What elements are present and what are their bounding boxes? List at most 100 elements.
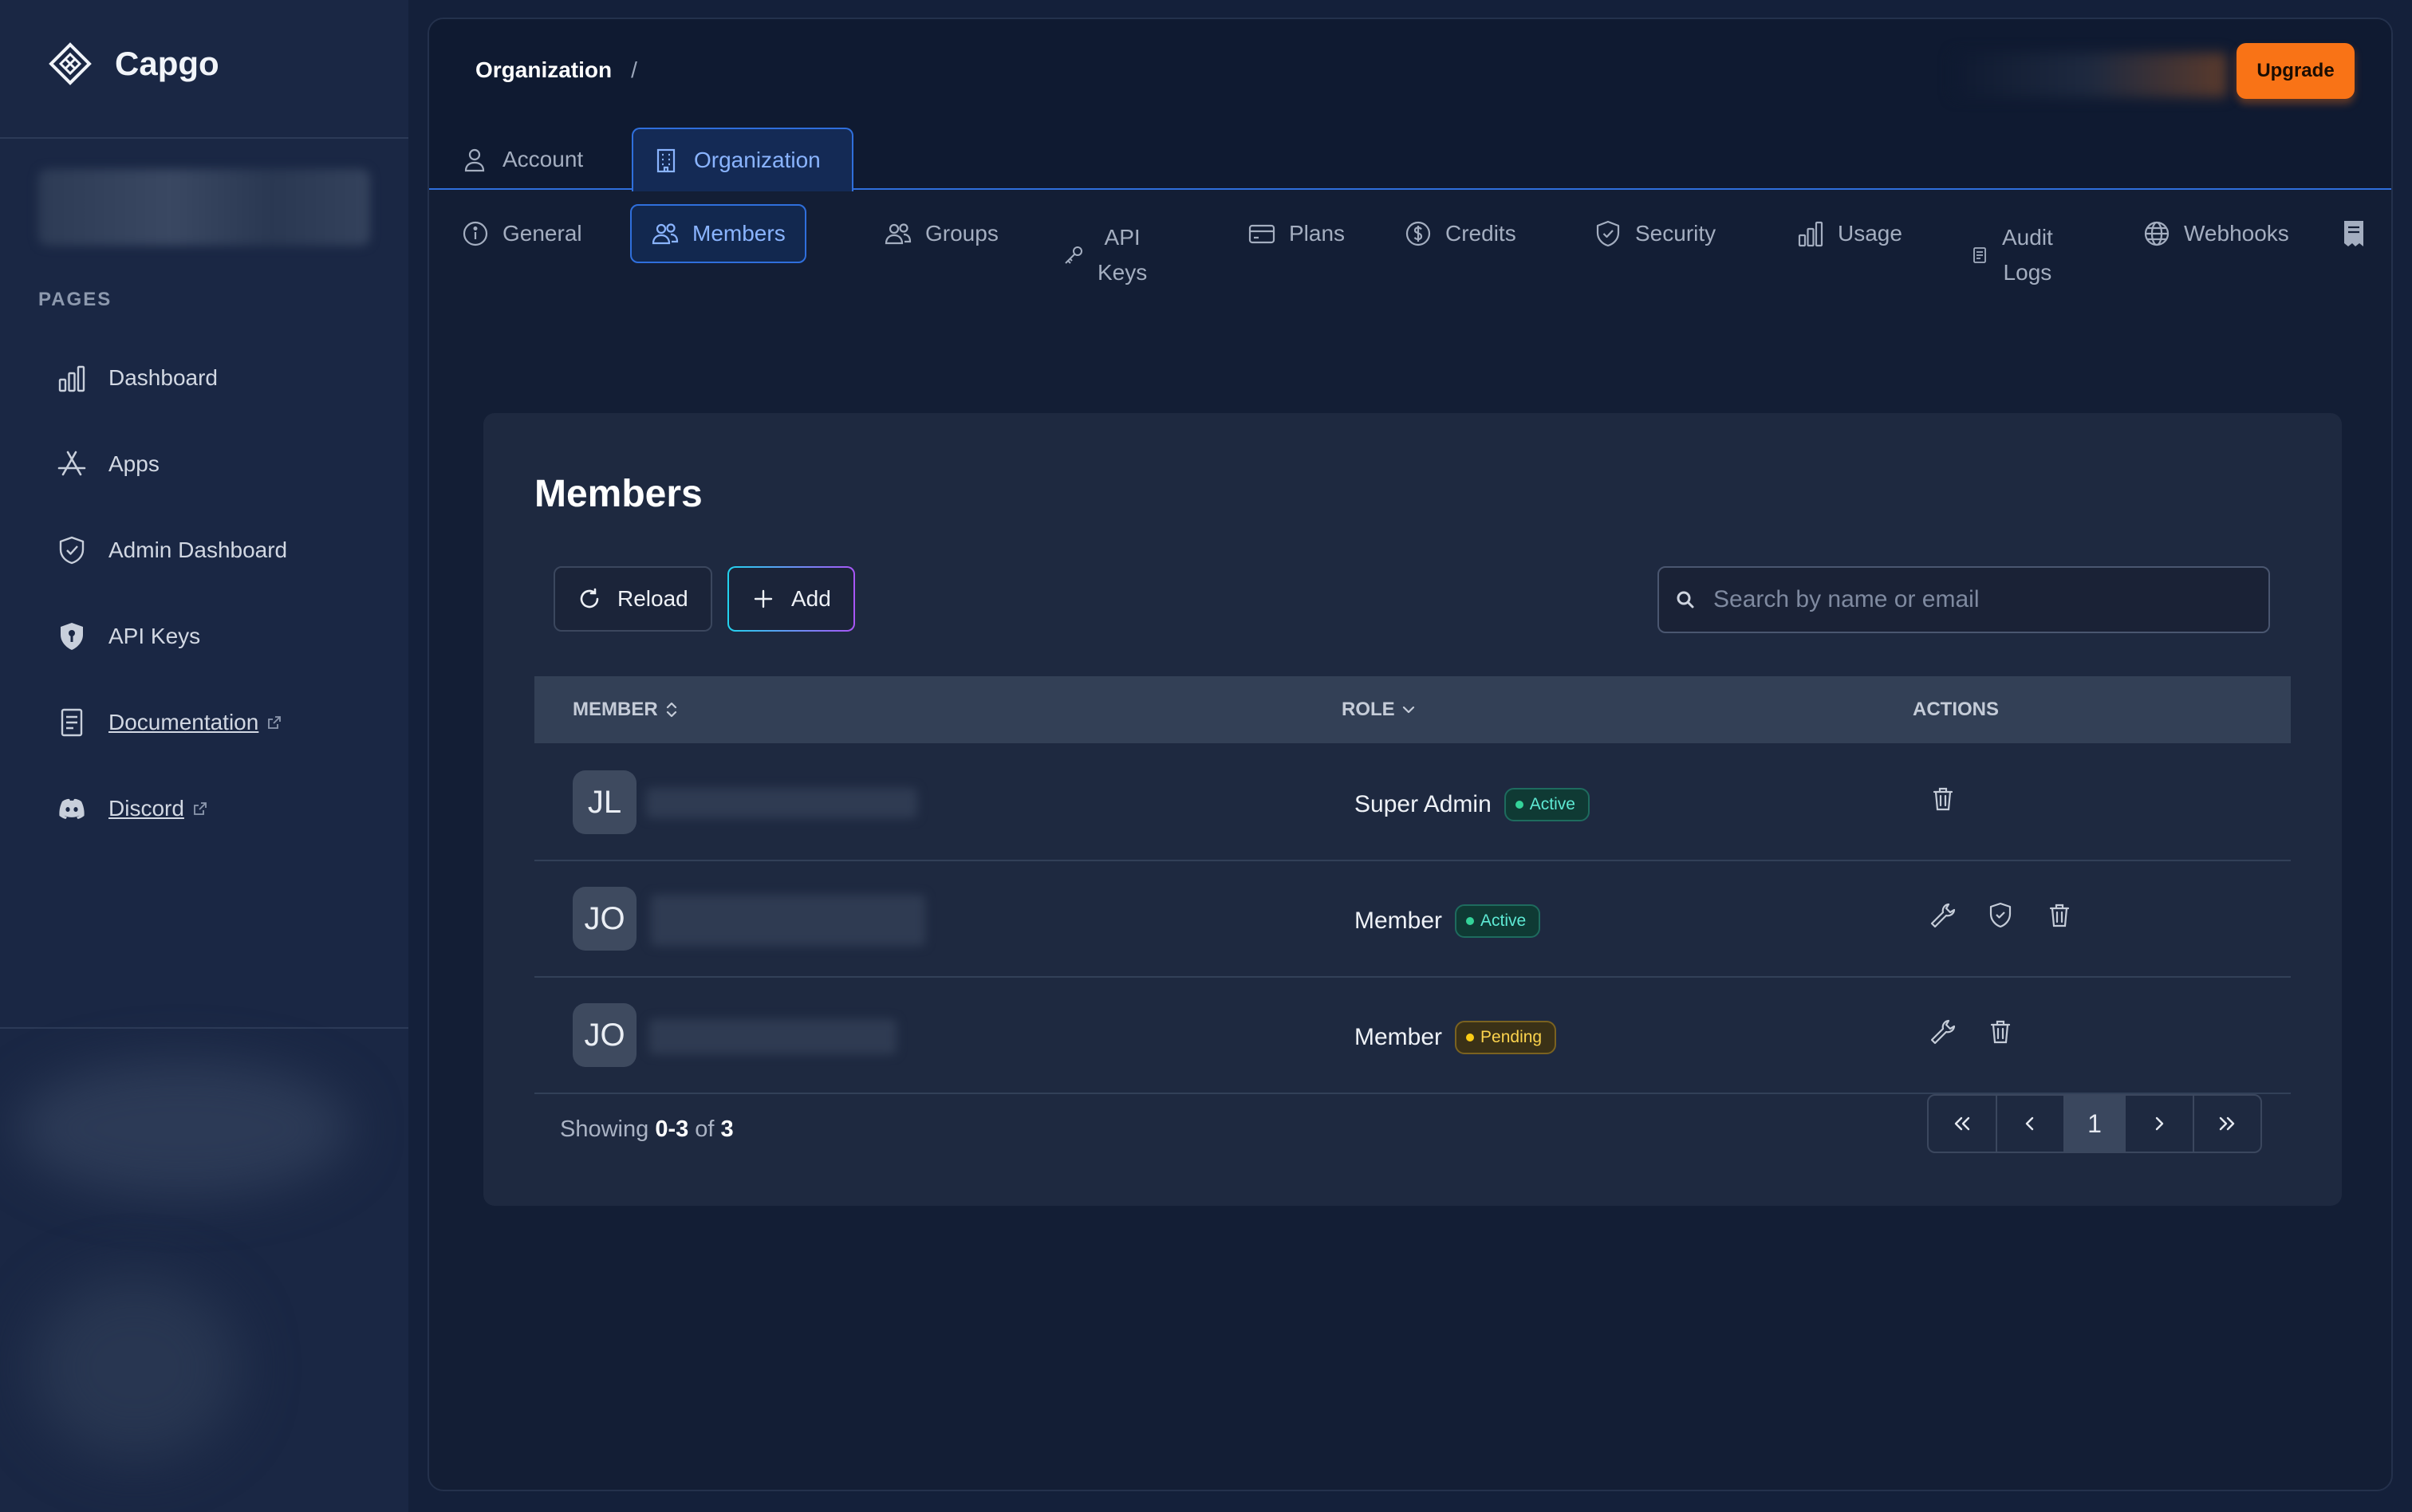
status-badge: Active <box>1455 904 1541 938</box>
breadcrumb-organization[interactable]: Organization <box>475 57 612 83</box>
sidebar-item-discord[interactable]: Discord <box>56 793 208 825</box>
user-icon <box>464 148 485 172</box>
avatar: JO <box>573 1003 636 1067</box>
tab-account[interactable]: Account <box>442 128 602 191</box>
status-dot <box>1466 917 1475 925</box>
plus-icon <box>754 589 773 608</box>
tab-label: Organization <box>694 148 821 172</box>
subtab-plans[interactable]: Plans <box>1228 204 1364 263</box>
subtab-label: Webhooks <box>2184 221 2289 246</box>
bar-chart-icon <box>1798 221 1823 247</box>
sidebar: Capgo PAGES Dashboard Apps Admin Dashboa… <box>0 0 408 1512</box>
dollar-icon <box>1405 221 1431 246</box>
role-label: Member <box>1354 1024 1443 1050</box>
subtab-label: Credits <box>1445 221 1516 246</box>
globe-icon <box>2144 221 2170 246</box>
sidebar-item-label: Apps <box>108 451 160 476</box>
sidebar-item-label: API Keys <box>108 624 201 648</box>
chevrons-left-icon <box>1954 1116 1969 1131</box>
user-profile-blurred <box>16 1061 351 1196</box>
current-page-button[interactable]: 1 <box>2065 1096 2126 1152</box>
users-icon <box>885 223 912 245</box>
avatar: JL <box>573 770 636 834</box>
member-name-blurred <box>649 1019 897 1054</box>
sidebar-item-documentation[interactable]: Documentation <box>56 707 282 738</box>
tab-label: Account <box>503 147 584 171</box>
subtab-security[interactable]: Security <box>1574 204 1735 263</box>
subtab-usage[interactable]: Usage <box>1777 204 1921 263</box>
sidebar-item-label: Admin Dashboard <box>108 537 288 562</box>
delete-icon[interactable] <box>1927 783 1959 815</box>
chevron-right-icon <box>2155 1116 2163 1131</box>
first-page-button[interactable] <box>1929 1096 1997 1152</box>
table-row: JO Member Pending <box>534 978 2291 1094</box>
discord-icon <box>59 798 85 819</box>
sidebar-item-label: Documentation <box>108 710 259 734</box>
subtab-general[interactable]: General <box>442 204 601 263</box>
subtab-label: General <box>503 221 582 246</box>
main-panel: Organization / Upgrade Account Organizat… <box>428 18 2393 1491</box>
subtab-overflow[interactable] <box>2342 204 2366 263</box>
member-name-blurred <box>651 895 925 946</box>
key-icon <box>1065 246 1082 264</box>
sidebar-item-admin-dashboard[interactable]: Admin Dashboard <box>56 534 287 566</box>
reload-button[interactable]: Reload <box>554 566 712 632</box>
document-icon <box>61 708 83 737</box>
add-label: Add <box>791 586 831 611</box>
table-row: JO Member Active <box>534 861 2291 978</box>
refresh-icon <box>580 588 599 608</box>
sidebar-item-dashboard[interactable]: Dashboard <box>56 362 218 394</box>
wrench-icon[interactable] <box>1927 900 1959 931</box>
chevron-left-icon <box>2026 1116 2034 1131</box>
subtab-groups[interactable]: Groups <box>865 204 1018 263</box>
search-field[interactable] <box>1657 566 2270 633</box>
subtab-api-keys[interactable]: API Keys <box>1043 215 1166 295</box>
app-name: Capgo <box>115 45 219 82</box>
capgo-logo-icon <box>49 42 92 85</box>
avatar: JO <box>573 887 636 951</box>
subtab-credits[interactable]: Credits <box>1385 204 1535 263</box>
role-label: Member <box>1354 908 1443 934</box>
chevrons-right-icon <box>2220 1116 2235 1131</box>
header-blurred-info <box>1953 53 2227 97</box>
delete-icon[interactable] <box>2044 900 2075 931</box>
next-page-button[interactable] <box>2126 1096 2194 1152</box>
pagination: 1 <box>1927 1094 2262 1153</box>
last-page-button[interactable] <box>2194 1096 2261 1152</box>
brand[interactable]: Capgo <box>48 41 219 86</box>
org-selector[interactable] <box>38 169 370 246</box>
shield-icon <box>1596 220 1620 247</box>
member-name-blurred <box>646 788 917 818</box>
search-input[interactable] <box>1713 586 2240 613</box>
main-header: Organization / Upgrade Account Organizat… <box>429 19 2391 191</box>
subtab-label: Security <box>1635 221 1716 246</box>
subtab-label: Groups <box>925 221 999 246</box>
sidebar-item-api-keys[interactable]: API Keys <box>56 620 200 652</box>
subtab-audit-logs[interactable]: Audit Logs <box>1951 215 2072 295</box>
subtab-members[interactable]: Members <box>630 204 806 263</box>
column-header-member[interactable]: MEMBER <box>573 699 680 721</box>
column-header-actions: ACTIONS <box>1913 699 1999 720</box>
role-cell: Member Active <box>1354 904 1541 938</box>
tab-organization[interactable]: Organization <box>632 128 853 191</box>
subtab-label: Usage <box>1838 221 1902 246</box>
add-member-button[interactable]: Add <box>727 566 855 632</box>
receipt-icon <box>2344 221 2363 246</box>
shield-key-icon <box>61 623 83 650</box>
shield-check-icon <box>59 536 85 565</box>
app-store-icon <box>57 451 86 476</box>
shield-check-icon[interactable] <box>1984 900 2016 931</box>
subtab-label: API Keys <box>1098 225 1148 285</box>
breadcrumb-separator: / <box>631 57 637 82</box>
subtab-webhooks[interactable]: Webhooks <box>2123 204 2308 263</box>
wrench-icon[interactable] <box>1927 1016 1959 1048</box>
column-header-role[interactable]: ROLE <box>1342 699 1417 721</box>
credit-card-icon <box>1248 224 1275 244</box>
delete-icon[interactable] <box>1984 1016 2016 1048</box>
subtab-label: Members <box>692 221 786 246</box>
users-icon <box>652 223 679 245</box>
previous-page-button[interactable] <box>1997 1096 2065 1152</box>
upgrade-button[interactable]: Upgrade <box>2237 43 2355 99</box>
external-link-icon <box>194 802 207 815</box>
sidebar-item-apps[interactable]: Apps <box>56 448 160 480</box>
